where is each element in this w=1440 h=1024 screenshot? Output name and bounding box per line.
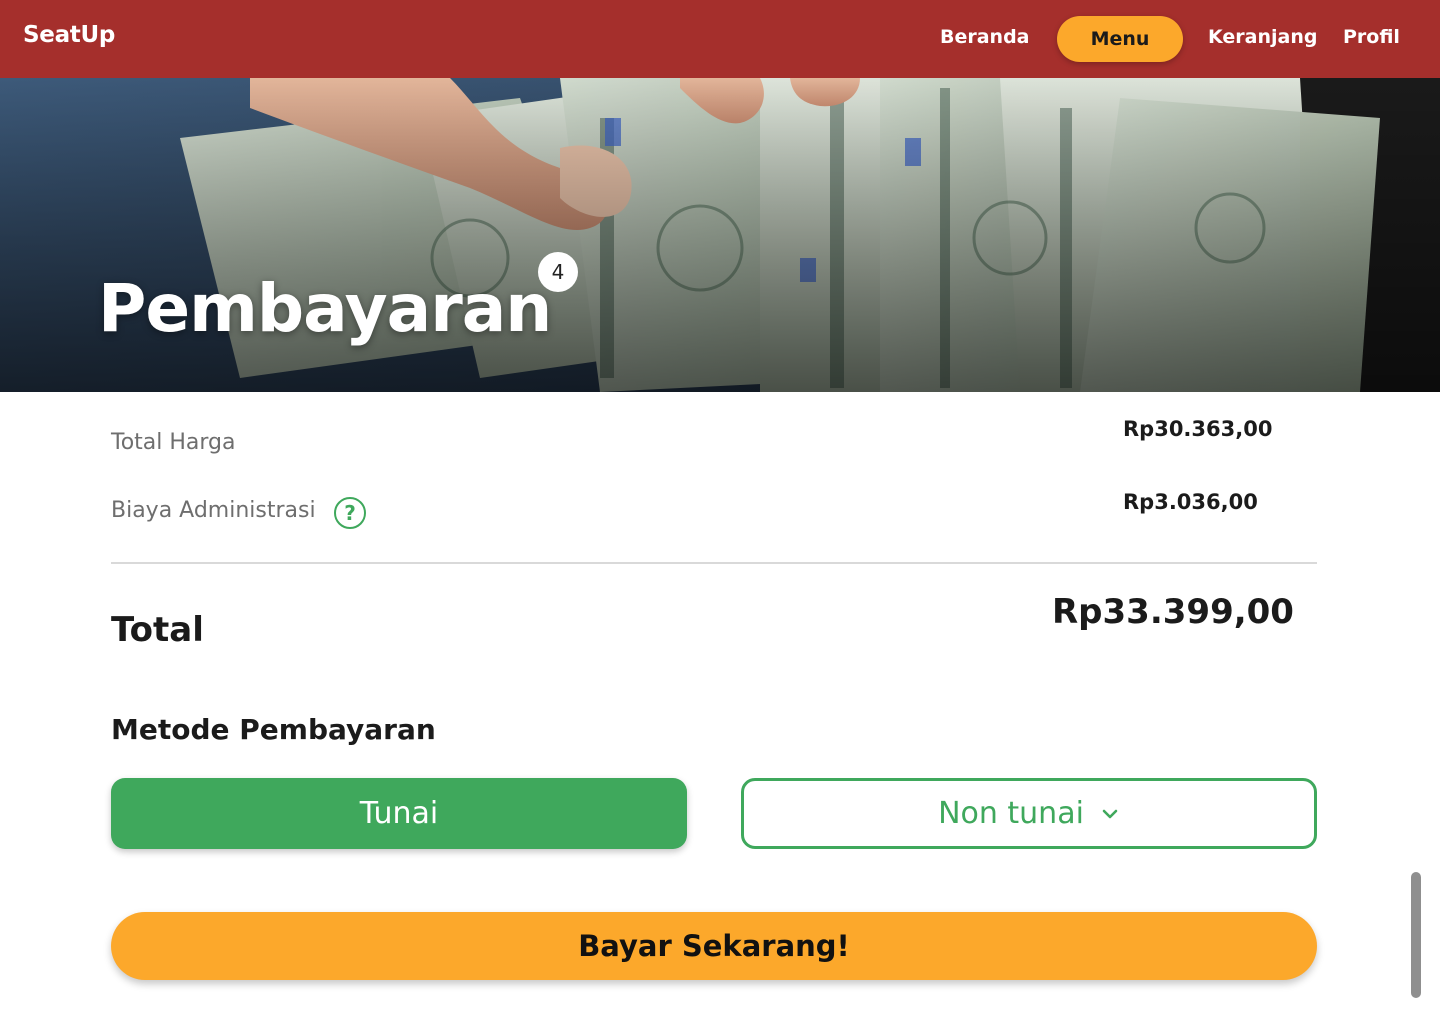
step-badge: 4 (538, 252, 578, 292)
admin-fee-label: Biaya Administrasi (111, 498, 316, 523)
noncash-payment-dropdown[interactable]: Non tunai (741, 778, 1317, 849)
top-navbar: SeatUp Beranda Menu Keranjang Profil (0, 0, 1440, 78)
page-title: Pembayaran (98, 270, 552, 347)
nav-link-profil[interactable]: Profil (1343, 26, 1400, 48)
total-value: Rp33.399,00 (1052, 592, 1294, 632)
cash-payment-button[interactable]: Tunai (111, 778, 687, 849)
brand-logo[interactable]: SeatUp (23, 22, 115, 48)
subtotal-label: Total Harga (111, 430, 236, 455)
help-icon[interactable]: ? (334, 497, 366, 529)
total-label: Total (111, 610, 204, 650)
vertical-scrollbar[interactable] (1411, 872, 1421, 998)
admin-fee-value: Rp3.036,00 (1123, 490, 1258, 514)
noncash-payment-label: Non tunai (938, 796, 1084, 831)
subtotal-value: Rp30.363,00 (1123, 417, 1273, 441)
payment-method-title: Metode Pembayaran (111, 713, 436, 746)
nav-link-keranjang[interactable]: Keranjang (1208, 26, 1317, 48)
nav-link-menu[interactable]: Menu (1057, 16, 1183, 62)
pay-now-label: Bayar Sekarang! (578, 929, 850, 963)
nav-link-beranda[interactable]: Beranda (940, 26, 1030, 48)
summary-divider (111, 562, 1317, 564)
cash-payment-label: Tunai (359, 796, 439, 831)
pay-now-button[interactable]: Bayar Sekarang! (111, 912, 1317, 980)
hero-banner: Pembayaran 4 (0, 78, 1440, 392)
chevron-down-icon (1100, 804, 1120, 824)
